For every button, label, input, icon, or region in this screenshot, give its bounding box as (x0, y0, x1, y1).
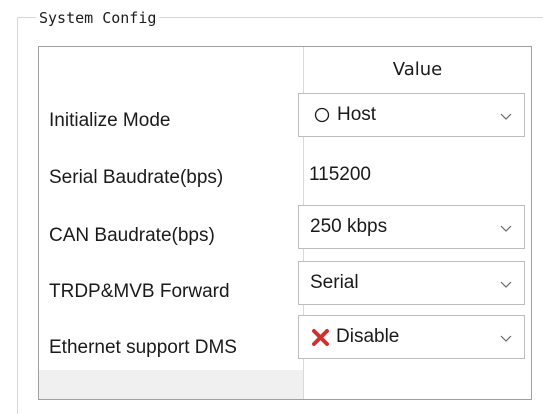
value-column-header: Value (392, 58, 443, 80)
chevron-down-icon (500, 335, 512, 342)
red-x-icon (312, 328, 329, 346)
row-label-can-baudrate: CAN Baudrate(bps) (49, 225, 215, 246)
serial-baudrate-field[interactable]: 115200 (298, 153, 525, 197)
row-label-serial-baudrate: Serial Baudrate(bps) (49, 167, 224, 188)
label-column-filler (39, 370, 303, 399)
can-baudrate-dropdown[interactable]: 250 kbps (298, 205, 525, 249)
row-label-ethernet-support-dms: Ethernet support DMS (49, 337, 237, 358)
group-title: System Config (36, 9, 160, 27)
config-table: Value Initialize Mode Host Serial Baudra… (38, 46, 532, 400)
trdp-mvb-forward-value: Serial (310, 272, 359, 293)
trdp-mvb-forward-dropdown[interactable]: Serial (298, 261, 525, 305)
chevron-down-icon (500, 281, 512, 288)
initialize-mode-value: Host (337, 104, 377, 125)
ethernet-support-dms-dropdown[interactable]: Disable (298, 315, 525, 359)
serial-baudrate-value: 115200 (309, 164, 371, 185)
chevron-down-icon (500, 113, 512, 120)
radio-circle-icon (314, 107, 330, 123)
row-label-trdp-mvb-forward: TRDP&MVB Forward (49, 281, 230, 302)
initialize-mode-dropdown[interactable]: Host (298, 93, 525, 137)
chevron-down-icon (500, 225, 512, 232)
ethernet-support-dms-value: Disable (336, 326, 400, 347)
can-baudrate-value: 250 kbps (310, 216, 388, 237)
row-label-initialize-mode: Initialize Mode (49, 110, 171, 131)
